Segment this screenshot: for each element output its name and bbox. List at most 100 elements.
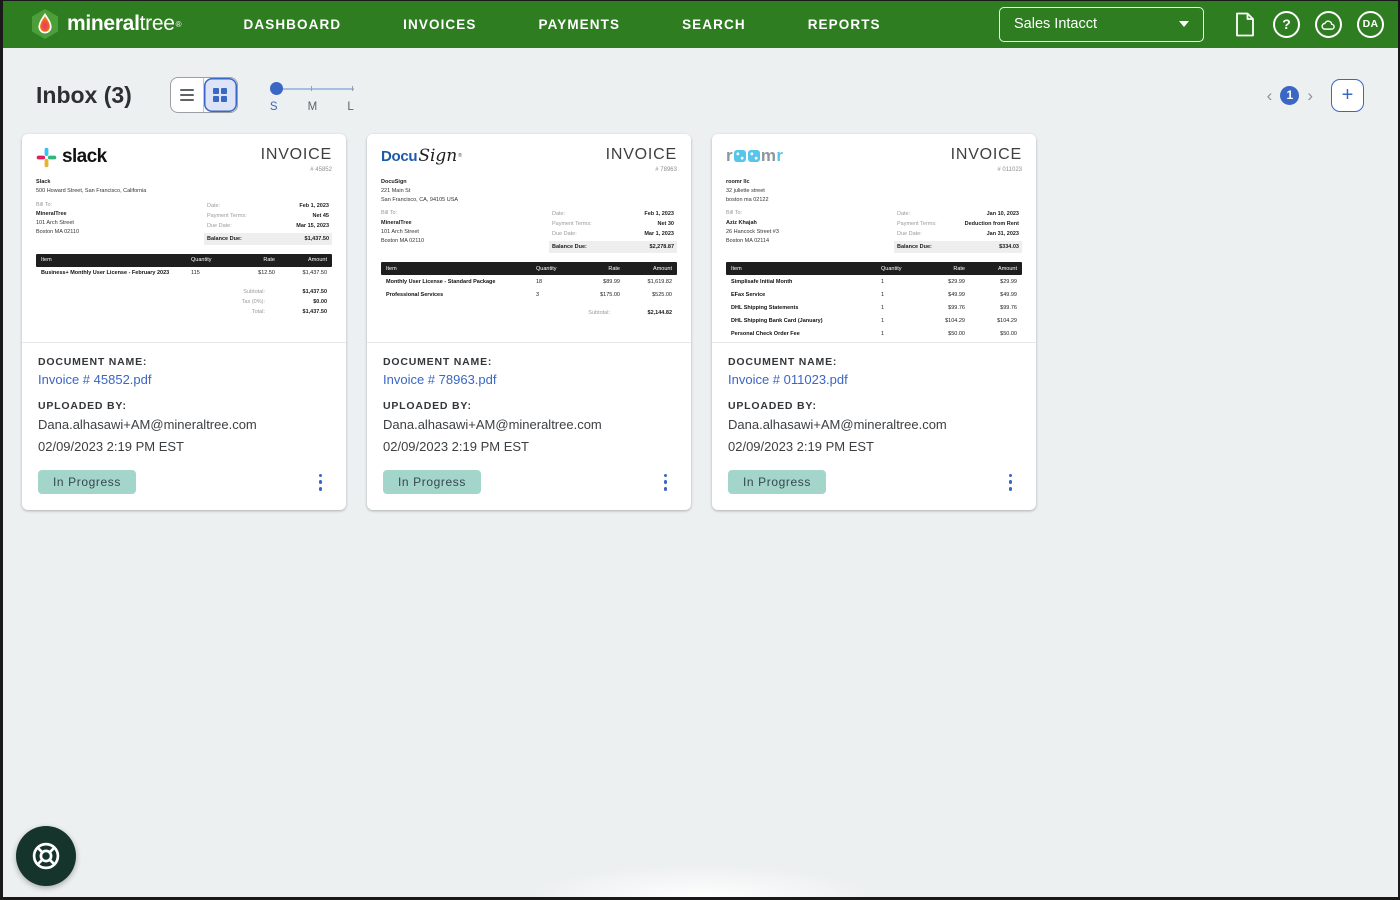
text-line: roomr llc — [726, 179, 750, 185]
grid-view-icon — [213, 88, 228, 102]
invoice-preview[interactable]: r m r INVOICE # 011023 roomr llc 32 julie… — [712, 134, 1036, 343]
slider-label-s[interactable]: S — [270, 101, 278, 113]
invoice-number: # 45852 — [310, 167, 332, 173]
kv-row: Due Date: Mar 1, 2023 — [552, 231, 674, 238]
kv-row: Due Date: Jan 31, 2023 — [897, 231, 1019, 238]
document-link[interactable]: Invoice # 78963.pdf — [383, 372, 675, 387]
next-page-chevron[interactable]: › — [1307, 87, 1313, 104]
slack-hash-icon — [36, 147, 57, 167]
balance-due-row: Balance Due: $1,437.50 — [204, 232, 332, 245]
prev-page-chevron[interactable]: ‹ — [1267, 87, 1273, 104]
document-link[interactable]: Invoice # 45852.pdf — [38, 372, 330, 387]
status-badge: In Progress — [38, 470, 136, 495]
add-invoice-button[interactable]: + — [1331, 78, 1364, 112]
table-header-cell: Rate — [953, 265, 965, 272]
kv-row: Total: $1,437.50 — [251, 308, 327, 315]
kebab-menu-icon[interactable] — [313, 470, 329, 494]
invoice-number: # 78963 — [655, 167, 677, 173]
invoice-number: # 011023 — [997, 167, 1022, 173]
card-size-slider[interactable]: S M L — [269, 75, 354, 115]
text-line: boston ma 02122 — [726, 196, 769, 203]
table-header-cell: Quantity — [536, 265, 557, 272]
toolbar-right-group: ‹ 1 › + — [1267, 78, 1364, 112]
nav-item-payments[interactable]: PAYMENTS — [539, 17, 621, 32]
slider-knob[interactable] — [269, 82, 283, 95]
roomr-o-glyph — [733, 150, 746, 162]
invoice-line-items: Item Quantity Rate Amount Simplisafe Initia… — [726, 262, 1022, 340]
invoice-preview[interactable]: slack INVOICE # 45852 Slack 500 Howard St… — [22, 134, 346, 343]
text-line: MineralTree — [381, 220, 412, 227]
list-view-button[interactable] — [171, 78, 204, 112]
kebab-menu-icon[interactable] — [1003, 470, 1019, 494]
card-body: DOCUMENT NAME: Invoice # 45852.pdf UPLOA… — [22, 343, 346, 510]
help-widget-button[interactable] — [16, 826, 76, 886]
top-navbar: mineral tree ® DASHBOARD INVOICES PAYMENTS… — [0, 0, 1400, 48]
text-line: 32 juliette street — [726, 187, 765, 194]
status-badge: In Progress — [728, 470, 826, 495]
slider-tick-l — [351, 86, 354, 91]
uploaded-by-label: UPLOADED BY: — [728, 400, 817, 412]
kv-row: Subtotal: $1,437.50 — [243, 288, 327, 295]
entity-selector[interactable]: Sales Intacct — [999, 6, 1204, 42]
cloud-icon[interactable] — [1315, 10, 1342, 38]
current-page-indicator[interactable]: 1 — [1280, 85, 1300, 105]
table-row: DHL Shipping Statements 1 $99.76 $99.76 — [731, 304, 1017, 311]
slider-labels: S M L — [270, 101, 354, 113]
text-line: 500 Howard Street, San Francisco, Califo… — [36, 187, 147, 194]
upload-timestamp: 02/09/2023 2:19 PM EST — [728, 438, 874, 454]
kv-row: Subtotal: $2,144.82 — [588, 310, 672, 317]
kv-row: Due Date: Mar 15, 2023 — [207, 222, 329, 229]
invoice-meta: Date: Feb 1, 2023 Payment Terms: Net 30 Due … — [549, 209, 677, 254]
brand-text-light: tree — [139, 12, 175, 35]
kv-row: Date: Feb 1, 2023 — [552, 211, 674, 218]
table-row: Personal Check Order Fee 1 $50.00 $50.00 — [731, 330, 1017, 337]
nav-item-invoices[interactable]: INVOICES — [403, 17, 476, 32]
mineraltree-logo-icon — [32, 9, 58, 39]
card-body: DOCUMENT NAME: Invoice # 011023.pdf UPLO… — [712, 343, 1036, 510]
table-header-cell: Rate — [608, 265, 620, 272]
roomr-letter: r — [726, 146, 733, 165]
upload-timestamp: 02/09/2023 2:19 PM EST — [383, 438, 529, 454]
bottom-glow — [520, 864, 880, 900]
uploaded-by-label: UPLOADED BY: — [383, 400, 472, 412]
nav-item-dashboard[interactable]: DASHBOARD — [244, 17, 342, 32]
invoice-card-docusign: Docu Sign ® INVOICE # 78963 DocuSign 221 Ma… — [367, 134, 691, 511]
kebab-menu-icon[interactable] — [658, 470, 674, 494]
bill-to-label: Bill To: — [726, 210, 743, 217]
table-row: EFax Service 1 $49.99 $49.99 — [731, 291, 1017, 298]
inbox-card-grid: slack INVOICE # 45852 Slack 500 Howard St… — [0, 118, 1400, 511]
kv-row: Tax (0%): $0.00 — [241, 298, 327, 305]
text-line: Slack — [36, 179, 51, 185]
invoice-preview[interactable]: Docu Sign ® INVOICE # 78963 DocuSign 221 Ma… — [367, 134, 691, 343]
list-view-icon — [179, 89, 194, 101]
invoice-title: INVOICE — [605, 146, 677, 163]
table-header-cell: Rate — [263, 257, 275, 264]
roomr-letter: m — [760, 146, 777, 165]
docusign-wordmark-docu: Docu — [381, 147, 418, 165]
view-toggle — [169, 77, 238, 113]
document-icon[interactable] — [1231, 11, 1258, 38]
table-row: Monthly User License - Standard Package 1… — [386, 278, 672, 285]
card-body: DOCUMENT NAME: Invoice # 78963.pdf UPLOA… — [367, 343, 691, 510]
vendor-address: DocuSign 221 Main St San Francisco, CA, 94… — [381, 178, 677, 204]
slider-label-l[interactable]: L — [347, 101, 353, 113]
nav-item-search[interactable]: SEARCH — [682, 17, 746, 32]
invoice-line-items: Item Quantity Rate Amount Monthly User Lice… — [381, 262, 677, 301]
slider-label-m[interactable]: M — [308, 101, 318, 113]
table-row: Professional Services 3 $175.00 $525.00 — [386, 291, 672, 298]
slider-track — [275, 88, 354, 90]
help-icon[interactable]: ? — [1273, 10, 1300, 38]
grid-view-button[interactable] — [203, 78, 237, 112]
vendor-address: roomr llc 32 juliette street boston ma 021… — [726, 178, 1022, 204]
avatar[interactable]: DA — [1357, 10, 1384, 38]
table-row: Business+ Monthly User License - Februar… — [41, 270, 327, 277]
invoice-line-items: Item Quantity Rate Amount Business+ Monthly… — [36, 253, 332, 280]
text-line: DocuSign — [381, 179, 407, 185]
kv-row: Payment Terms: Deduction from Rent — [897, 221, 1019, 228]
mineraltree-logo[interactable]: mineral tree ® — [30, 8, 182, 40]
text-line: 101 Arch Street — [36, 220, 74, 227]
document-link[interactable]: Invoice # 011023.pdf — [728, 372, 1020, 387]
kv-row: Date: Feb 1, 2023 — [207, 202, 329, 209]
nav-item-reports[interactable]: REPORTS — [808, 17, 881, 32]
text-line: Aziz Khajah — [726, 220, 757, 227]
